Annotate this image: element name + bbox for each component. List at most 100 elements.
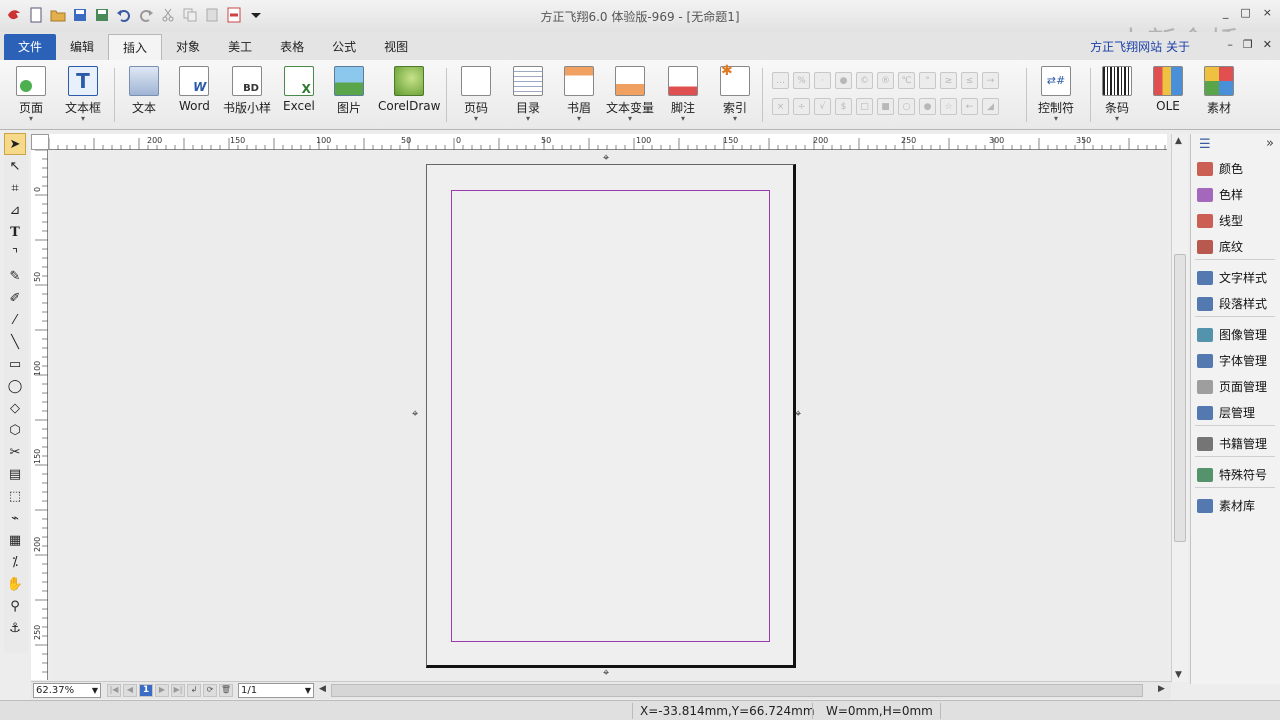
ruler-label: 300 <box>989 136 1004 145</box>
first-page-icon[interactable]: |◀ <box>107 684 121 697</box>
polygon-tool-icon[interactable]: ⬡ <box>4 419 26 441</box>
panel-item-swatch[interactable]: 色样 <box>1197 186 1243 203</box>
doc-minimize-button[interactable]: – <box>1227 38 1233 51</box>
symbol-permille-button: % <box>793 72 810 89</box>
close-button[interactable]: × <box>1263 6 1272 19</box>
toc-button[interactable]: 目录 ▾ <box>513 66 543 123</box>
doc-restore-button[interactable]: ❐ <box>1243 38 1253 51</box>
line-tool-icon[interactable]: ╲ <box>4 331 26 353</box>
panel-item-special-symbol[interactable]: 特殊符号 <box>1197 466 1267 483</box>
panel-item-para-style[interactable]: 段落样式 <box>1197 295 1267 312</box>
color-picker-tool-icon[interactable]: ⁒ <box>4 551 26 573</box>
panel-collapse-icon[interactable]: » <box>1266 136 1274 151</box>
tab-object[interactable]: 对象 <box>162 34 214 60</box>
coreldraw-button[interactable]: CorelDraw <box>378 66 440 113</box>
tab-formula[interactable]: 公式 <box>318 34 370 60</box>
panel-item-text-style[interactable]: 文字样式 <box>1197 269 1267 286</box>
horizontal-ruler[interactable]: 200 150 100 50 0 50 100 150 200 250 300 350 <box>48 134 1167 150</box>
zoom-select[interactable]: 62.37% ▼ <box>33 683 101 698</box>
panel-list-icon[interactable]: ☰ <box>1199 137 1211 152</box>
current-page-button[interactable]: 1 <box>139 684 153 697</box>
delete-page-icon[interactable]: 🗑 <box>219 684 233 697</box>
word-button[interactable]: W Word <box>179 66 210 113</box>
maximize-button[interactable]: □ <box>1240 6 1250 19</box>
page-count-select[interactable]: 1/1 ▼ <box>238 683 314 698</box>
panel-item-book-manager[interactable]: 书籍管理 <box>1197 435 1267 452</box>
tab-edit[interactable]: 编辑 <box>56 34 108 60</box>
direct-selection-tool-icon[interactable]: ↖ <box>4 155 26 177</box>
text-button[interactable]: 文本 <box>129 66 159 116</box>
website-about-links[interactable]: 方正飞翔网站 关于 <box>1090 38 1190 55</box>
ellipse-tool-icon[interactable]: ◯ <box>4 375 26 397</box>
textframe-button[interactable]: T 文本框 ▾ <box>65 66 101 123</box>
next-page-icon[interactable]: ▶ <box>155 684 169 697</box>
excel-button[interactable]: X Excel <box>283 66 315 113</box>
table-tool-icon[interactable]: ▦ <box>4 529 26 551</box>
tab-art[interactable]: 美工 <box>214 34 266 60</box>
page-button[interactable]: 页面 ▾ <box>16 66 46 123</box>
panel-item-pattern[interactable]: 底纹 <box>1197 238 1243 255</box>
horizontal-scrollbar[interactable] <box>331 684 1143 697</box>
scroll-right-icon[interactable]: ▶ <box>1158 684 1165 694</box>
anchor-tool-icon[interactable]: ⚓ <box>4 617 26 639</box>
transform-tool-icon[interactable]: ⬚ <box>4 485 26 507</box>
eyedropper-tool-icon[interactable]: ⁄ <box>4 309 26 331</box>
zoom-tool-icon[interactable]: ⚲ <box>4 595 26 617</box>
control-char-button[interactable]: ⇄# 控制符 ▾ <box>1038 66 1074 123</box>
panel-item-color[interactable]: 颜色 <box>1197 160 1243 177</box>
panel-item-linetype[interactable]: 线型 <box>1197 212 1243 229</box>
crop-tool-icon[interactable]: ⌗ <box>4 177 26 199</box>
app-window: 方正飞翔6.0 体验版-969 - [无命题1] 中新金桥 _ □ × 文件 编… <box>0 0 1280 720</box>
footnote-button[interactable]: 脚注 ▾ <box>668 66 698 123</box>
vertical-scrollbar[interactable]: ▲ ▼ <box>1171 134 1188 682</box>
vertical-scroll-thumb[interactable] <box>1174 254 1186 542</box>
color-icon <box>1197 161 1213 176</box>
bookstyle-button[interactable]: BD 书版小样 <box>223 66 271 116</box>
index-button[interactable]: ✱ 索引 ▾ <box>720 63 750 123</box>
link-tool-icon[interactable]: ⌝ <box>4 243 26 265</box>
left-center-handle-icon[interactable]: ⌖ <box>412 407 418 421</box>
pen-tool-icon[interactable]: ✎ <box>4 265 26 287</box>
scroll-up-icon[interactable]: ▲ <box>1175 136 1182 146</box>
pen-add-tool-icon[interactable]: ✐ <box>4 287 26 309</box>
tab-file[interactable]: 文件 <box>4 34 57 60</box>
vertical-ruler[interactable]: 0 50 100 150 200 250 <box>31 149 48 680</box>
scroll-left-icon[interactable]: ◀ <box>319 684 326 694</box>
textvar-button[interactable]: 文本变量 ▾ <box>606 66 654 123</box>
format-brush-tool-icon[interactable]: ⌁ <box>4 507 26 529</box>
refresh-page-icon[interactable]: ⟳ <box>203 684 217 697</box>
panel-item-page-manager[interactable]: 页面管理 <box>1197 378 1267 395</box>
panel-item-image-manager[interactable]: 图像管理 <box>1197 326 1267 343</box>
minimize-button[interactable]: _ <box>1223 6 1229 19</box>
bottom-center-handle-icon[interactable]: ⌖ <box>603 666 609 680</box>
ruler-origin[interactable] <box>31 134 49 150</box>
diamond-tool-icon[interactable]: ◇ <box>4 397 26 419</box>
panel-item-layer-manager[interactable]: 层管理 <box>1197 404 1255 421</box>
panel-item-material-lib[interactable]: 素材库 <box>1197 497 1255 514</box>
prev-page-icon[interactable]: ◀ <box>123 684 137 697</box>
picture-button[interactable]: 图片 <box>334 66 364 116</box>
rotate-tool-icon[interactable]: ⊿ <box>4 199 26 221</box>
tab-view[interactable]: 视图 <box>370 34 422 60</box>
add-page-icon[interactable]: ↲ <box>187 684 201 697</box>
footnote-icon <box>668 66 698 96</box>
tab-table[interactable]: 表格 <box>266 34 318 60</box>
top-center-handle-icon[interactable]: ⌖ <box>603 151 609 165</box>
doc-close-button[interactable]: ✕ <box>1263 38 1272 51</box>
hand-tool-icon[interactable]: ✋ <box>4 573 26 595</box>
barcode-button[interactable]: 条码 ▾ <box>1102 66 1132 123</box>
material-button[interactable]: 素材 <box>1204 66 1234 116</box>
right-center-handle-icon[interactable]: ⌖ <box>795 407 801 421</box>
tab-insert[interactable]: 插入 <box>108 34 163 60</box>
rectangle-tool-icon[interactable]: ▭ <box>4 353 26 375</box>
text-tool-icon[interactable]: T <box>4 221 26 243</box>
panel-item-font-manager[interactable]: 字体管理 <box>1197 352 1267 369</box>
scissors-tool-icon[interactable]: ✂ <box>4 441 26 463</box>
last-page-icon[interactable]: ▶| <box>171 684 185 697</box>
selection-tool-icon[interactable]: ➤ <box>4 133 26 155</box>
gradient-tool-icon[interactable]: ▤ <box>4 463 26 485</box>
scroll-down-icon[interactable]: ▼ <box>1175 670 1182 680</box>
pagenum-button[interactable]: 页码 ▾ <box>461 66 491 123</box>
header-button[interactable]: 书眉 ▾ <box>564 66 594 123</box>
ole-button[interactable]: OLE <box>1153 66 1183 113</box>
